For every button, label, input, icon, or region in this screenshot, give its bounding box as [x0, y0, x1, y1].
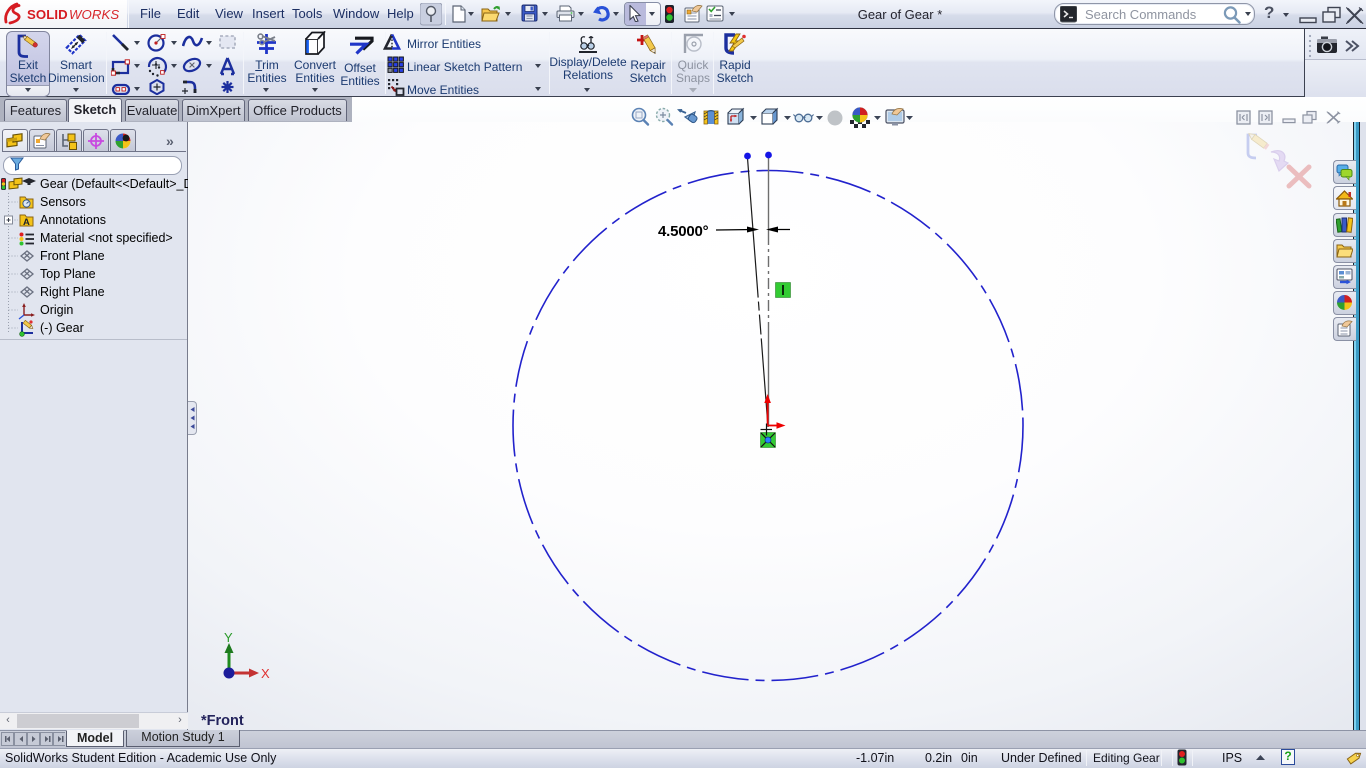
svg-text:Y: Y — [224, 630, 233, 645]
svg-text:SOLID: SOLID — [27, 7, 68, 22]
svg-text:(-) Gear: (-) Gear — [40, 321, 84, 335]
svg-text:Top Plane: Top Plane — [40, 267, 96, 281]
svg-text:Origin: Origin — [40, 303, 73, 317]
svg-text:Gear (Default<<Default>_D: Gear (Default<<Default>_D — [40, 177, 188, 191]
svg-text:Right Plane: Right Plane — [40, 285, 105, 299]
svg-text:*Front: *Front — [201, 713, 244, 729]
svg-text:X: X — [261, 666, 270, 681]
svg-text:Annotations: Annotations — [40, 213, 106, 227]
svg-text:Material <not specified>: Material <not specified> — [40, 231, 173, 245]
svg-text:A: A — [23, 217, 30, 228]
svg-text:Sensors: Sensors — [40, 195, 86, 209]
svg-text:WORKS: WORKS — [69, 7, 119, 22]
svg-text:4.5000°: 4.5000° — [658, 223, 709, 240]
svg-text:Front Plane: Front Plane — [40, 249, 105, 263]
